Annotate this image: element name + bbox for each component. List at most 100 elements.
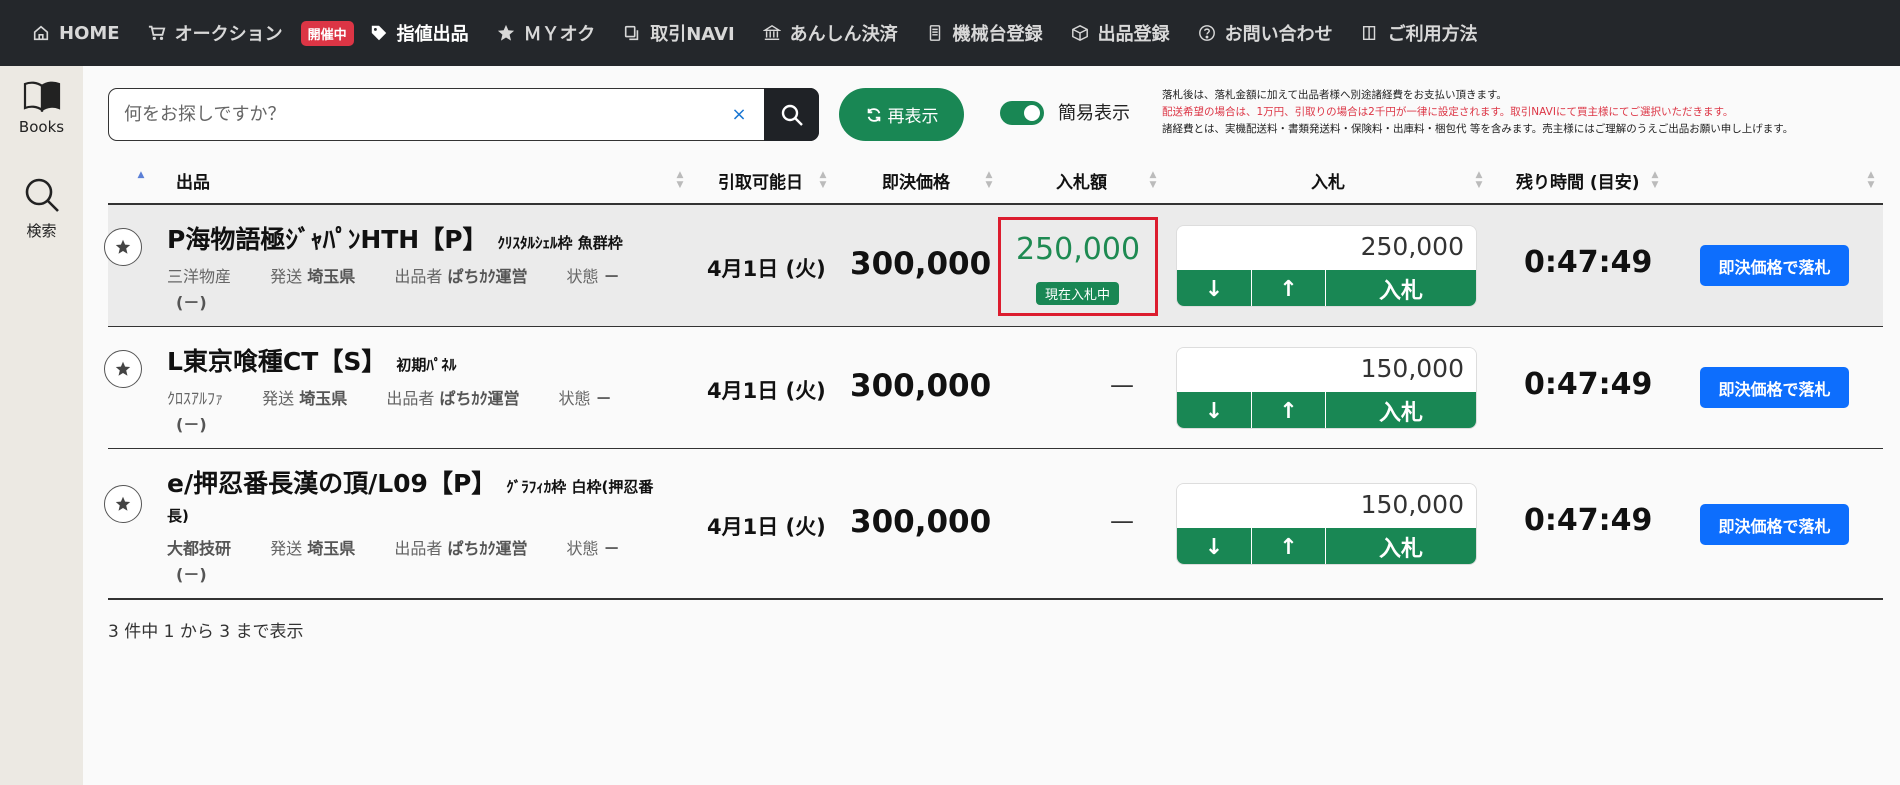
star-icon: [495, 22, 517, 44]
reload-button[interactable]: 再表示: [839, 88, 964, 141]
nav-contact-label: お問い合わせ: [1224, 24, 1333, 45]
ship-label: 発送: [270, 539, 303, 558]
item-meta: ｸﾛｽｱﾙﾌｧ 発送 埼玉県 出品者 ぱちｶｸ運営 状態 －: [167, 385, 612, 409]
nav-auction[interactable]: オークション: [146, 20, 283, 46]
sort-arrows-bid-amount[interactable]: ▲ ▼: [1148, 170, 1158, 190]
column-header-bid[interactable]: 入札: [1311, 158, 1345, 203]
fee-note-1: 落札後は、落札金額に加えて出品者様へ別途諸経費をお支払い頂きます。: [1162, 89, 1507, 101]
search-input[interactable]: [109, 89, 757, 140]
nav-trade-navi[interactable]: 取引NAVI: [621, 20, 735, 46]
item-ship: 埼玉県: [299, 389, 348, 408]
item-condition-detail: (－): [176, 293, 207, 312]
nav-how-to-use-label: ご利用方法: [1387, 24, 1478, 45]
book-open-icon: [23, 81, 60, 112]
bid-decrease-button[interactable]: ↓: [1177, 270, 1252, 306]
fee-notes: 落札後は、落札金額に加えて出品者様へ別途諸経費をお支払い頂きます。 配送希望の場…: [1162, 87, 1892, 138]
nav-my-auction[interactable]: ＭＹオク: [495, 20, 595, 46]
sort-arrows-bid[interactable]: ▲ ▼: [1474, 170, 1484, 190]
ship-label: 発送: [262, 389, 295, 408]
sort-arrows-select[interactable]: ▲: [136, 170, 146, 190]
item-seller: ぱちｶｸ運営: [447, 267, 528, 286]
bid-amount-input[interactable]: 250,000: [1177, 226, 1476, 270]
sort-arrows-action[interactable]: ▲ ▼: [1866, 170, 1876, 190]
sort-arrows-remaining[interactable]: ▲ ▼: [1650, 170, 1660, 190]
buyout-price: 300,000: [850, 368, 992, 404]
column-header-pickup[interactable]: 引取可能日: [718, 158, 803, 203]
fee-note-2: 配送希望の場合は、1万円、引取りの場合は2千円が一律に設定されます。取引NAVI…: [1162, 106, 1734, 118]
bid-increase-button[interactable]: ↑: [1252, 528, 1326, 564]
star-icon: [115, 239, 131, 254]
nav-home-label: HOME: [59, 22, 120, 44]
nav-secure-payment-label: あんしん決済: [789, 24, 898, 45]
pagination-info: 3 件中 1 から 3 まで表示: [108, 622, 304, 642]
search-icon: [25, 178, 59, 212]
buyout-button[interactable]: 即決価格で落札: [1700, 504, 1849, 545]
seller-label: 出品者: [394, 539, 443, 558]
sort-arrows-buyout[interactable]: ▲ ▼: [984, 170, 994, 190]
buyout-button[interactable]: 即決価格で落札: [1700, 245, 1849, 286]
bid-submit-button[interactable]: 入札: [1326, 270, 1476, 306]
current-bid-amount: —: [1110, 507, 1134, 535]
item-maker: 大都技研: [167, 539, 232, 558]
column-header-item[interactable]: 出品: [176, 158, 210, 203]
tag-icon: [368, 22, 390, 44]
item-subtitle-cont: 長): [167, 507, 189, 525]
nav-machine-registration[interactable]: 機械台登録: [924, 20, 1043, 46]
bid-control: 250,000 ↓ ↑ 入札: [1176, 225, 1477, 307]
item-title[interactable]: e/押忍番長漢の頂/L09【P】 ｸﾞﾗﾌｨｶ枠 白枠(押忍番: [167, 464, 653, 500]
seller-label: 出品者: [394, 267, 443, 286]
bid-amount-input[interactable]: 150,000: [1177, 348, 1476, 392]
bid-submit-button[interactable]: 入札: [1326, 392, 1476, 428]
sidebar-search-label: 検索: [26, 222, 57, 240]
box-icon: [1069, 22, 1091, 44]
live-badge: 開催中: [300, 20, 354, 46]
bid-decrease-button[interactable]: ↓: [1177, 392, 1252, 428]
favorite-button[interactable]: [104, 485, 142, 523]
bidding-badge: 現在入札中: [1036, 282, 1120, 305]
column-header-bid-amount[interactable]: 入札額: [1056, 158, 1107, 203]
nav-auction-label: オークション: [174, 24, 283, 45]
nav-home[interactable]: HOME: [30, 22, 120, 44]
bid-submit-button[interactable]: 入札: [1326, 528, 1476, 564]
book-icon: [1359, 22, 1381, 44]
nav-how-to-use[interactable]: ご利用方法: [1359, 20, 1478, 46]
bank-icon: [761, 22, 783, 44]
item-condition: －: [603, 539, 620, 558]
column-header-remaining[interactable]: 残り時間 (目安): [1516, 158, 1639, 203]
bid-increase-button[interactable]: ↑: [1252, 270, 1326, 306]
sort-arrows-item[interactable]: ▲ ▼: [675, 170, 685, 190]
item-title-text: e/押忍番長漢の頂/L09【P】: [167, 469, 497, 498]
buyout-button[interactable]: 即決価格で落札: [1700, 367, 1849, 408]
search-button[interactable]: [764, 88, 819, 141]
fee-note-3: 諸経費とは、実機配送料・書類発送料・保険料・出庫料・梱包代 等を含みます。売主様…: [1162, 123, 1794, 135]
bid-control: 150,000 ↓ ↑ 入札: [1176, 347, 1477, 429]
sort-arrows-pickup[interactable]: ▲ ▼: [818, 170, 828, 190]
favorite-button[interactable]: [104, 228, 142, 266]
favorite-button[interactable]: [104, 350, 142, 388]
item-title[interactable]: P海物語極ｼﾞｬﾊﾟﾝHTH【P】 ｸﾘｽﾀﾙｼｪﾙ枠 魚群枠: [167, 220, 623, 256]
sidebar-books-label: Books: [18, 118, 65, 136]
toggle-knob: [1024, 105, 1040, 121]
nav-listing-registration[interactable]: 出品登録: [1069, 20, 1170, 46]
column-header-buyout[interactable]: 即決価格: [882, 158, 950, 203]
bid-amount-input[interactable]: 150,000: [1177, 484, 1476, 528]
nav-limit-listing[interactable]: 指値出品: [368, 20, 469, 46]
bid-increase-button[interactable]: ↑: [1252, 392, 1326, 428]
sidebar-item-search[interactable]: 検索: [0, 176, 83, 241]
star-icon: [115, 361, 131, 376]
nav-contact[interactable]: お問い合わせ: [1196, 20, 1333, 46]
sidebar-item-books[interactable]: Books: [0, 80, 83, 136]
condition-label: 状態: [558, 389, 591, 408]
simple-view-toggle[interactable]: [1000, 101, 1044, 125]
bid-decrease-button[interactable]: ↓: [1177, 528, 1252, 564]
top-navigation: HOME オークション 開催中 指値出品 ＭＹオク 取引NAVI あんしん決済 …: [0, 0, 1900, 66]
refresh-icon: [867, 107, 880, 122]
star-icon: [115, 496, 131, 511]
item-condition-detail: (－): [176, 565, 207, 584]
item-title[interactable]: L東京喰種CT【S】 初期ﾊﾟﾈﾙ: [167, 342, 456, 378]
item-meta: 三洋物産 発送 埼玉県 出品者 ぱちｶｸ運営 状態 －: [167, 263, 620, 287]
nav-secure-payment[interactable]: あんしん決済: [761, 20, 898, 46]
pickup-date: 4月1日 (火): [707, 515, 826, 539]
clear-search-button[interactable]: ×: [728, 104, 750, 126]
buyout-price: 300,000: [850, 246, 992, 282]
